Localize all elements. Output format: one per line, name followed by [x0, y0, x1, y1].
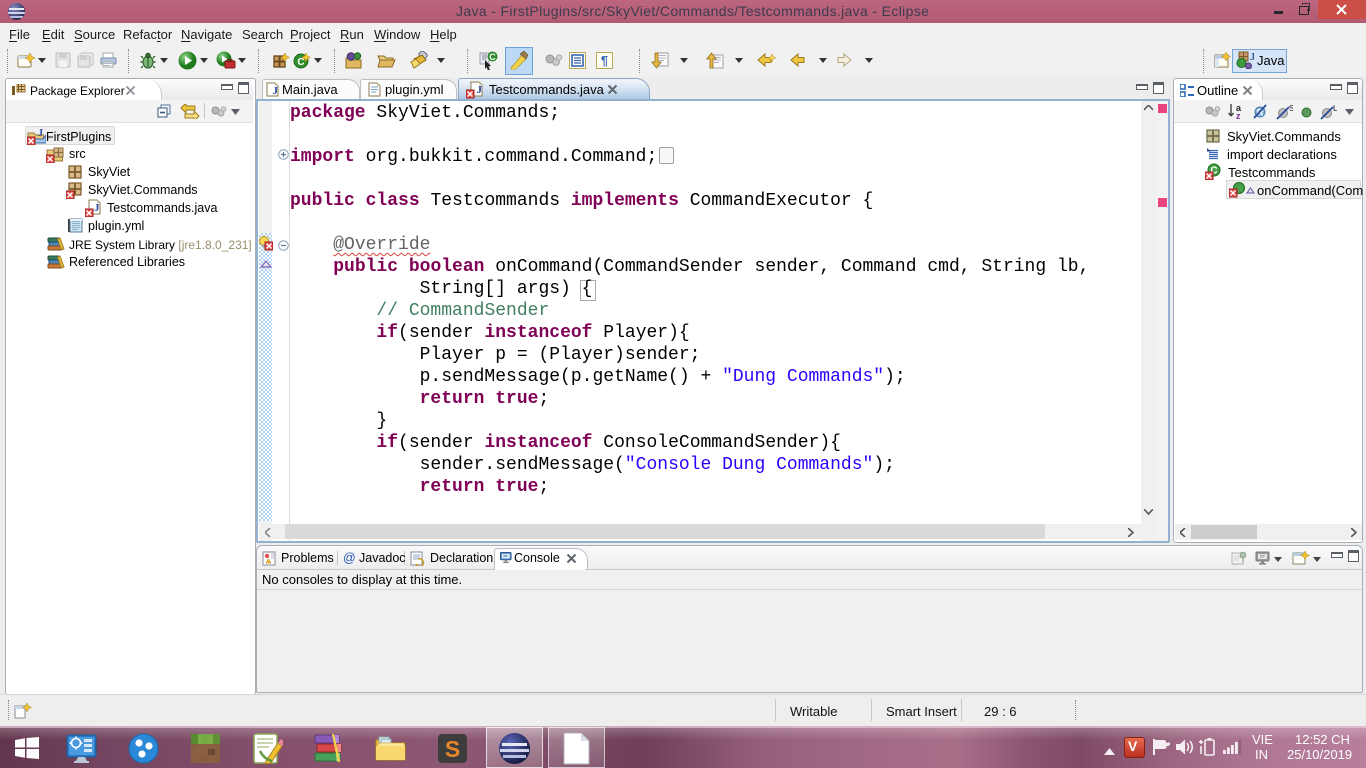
- svg-text:L: L: [1333, 104, 1337, 113]
- svg-text:J: J: [1250, 51, 1254, 63]
- svg-text:¶: ¶: [601, 53, 608, 68]
- svg-text:J: J: [38, 128, 43, 139]
- svg-text:C: C: [489, 52, 496, 62]
- svg-text:S: S: [445, 736, 460, 762]
- svg-text:J: J: [477, 84, 483, 96]
- svg-text:J: J: [94, 202, 100, 214]
- svg-text:C: C: [297, 57, 304, 68]
- svg-text:z: z: [1236, 111, 1241, 120]
- svg-text:J: J: [273, 85, 279, 97]
- svg-text:S: S: [1289, 104, 1293, 113]
